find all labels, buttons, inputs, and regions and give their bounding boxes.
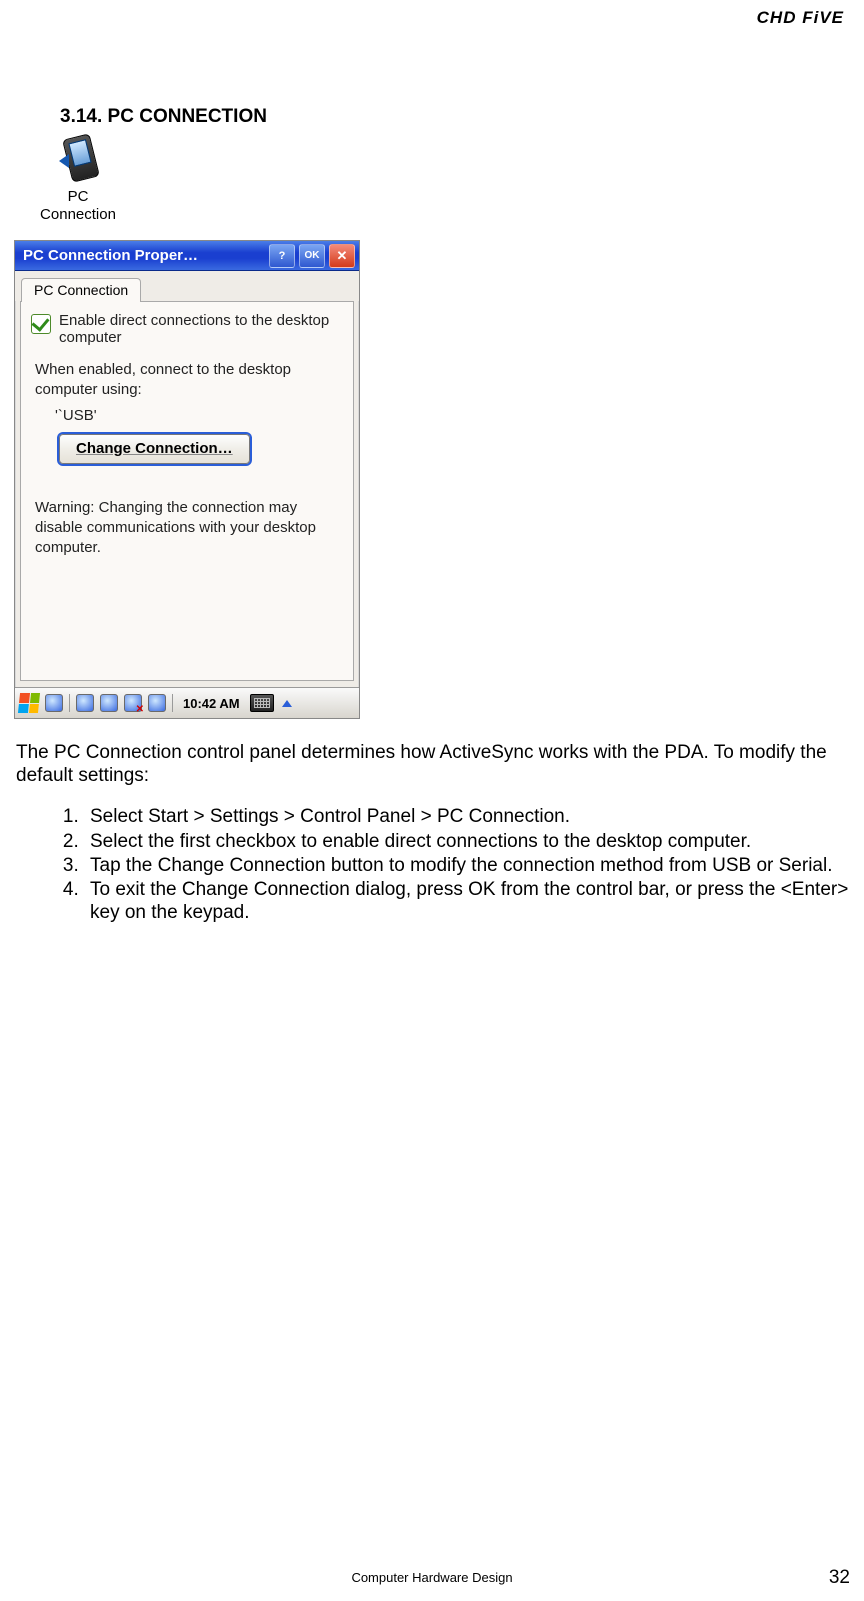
close-button[interactable]: ✕ bbox=[329, 244, 355, 268]
taskbar-clock[interactable]: 10:42 AM bbox=[183, 696, 240, 711]
intro-paragraph: The PC Connection control panel determin… bbox=[16, 741, 848, 787]
pc-connection-window: PC Connection Proper… ? OK ✕ PC Connecti… bbox=[14, 240, 360, 719]
heading-prefix: 3.14. PC C bbox=[60, 106, 153, 127]
help-button[interactable]: ? bbox=[269, 244, 295, 268]
tray-separator bbox=[69, 694, 70, 712]
steps-list: Select Start > Settings > Control Panel … bbox=[14, 805, 850, 924]
step-2: Select the first checkbox to enable dire… bbox=[84, 830, 850, 853]
step-4: To exit the Change Connection dialog, pr… bbox=[84, 878, 850, 924]
tray-separator-2 bbox=[172, 694, 173, 712]
ok-button[interactable]: OK bbox=[299, 244, 325, 268]
document-page: CHD FiVE 3.14. PC CONNECTION PC Connecti… bbox=[0, 0, 864, 1601]
section-heading: 3.14. PC CONNECTION bbox=[60, 106, 850, 128]
tab-strip: PC Connection bbox=[15, 271, 359, 301]
enable-direct-checkbox[interactable] bbox=[31, 314, 51, 334]
sip-keyboard-icon[interactable] bbox=[250, 694, 274, 712]
when-enabled-text: When enabled, connect to the desktop com… bbox=[35, 360, 343, 401]
panel-content: Enable direct connections to the desktop… bbox=[20, 301, 354, 681]
connection-using-value: '`USB' bbox=[55, 407, 343, 424]
page-number: 32 bbox=[829, 1567, 850, 1589]
pda-icon bbox=[61, 132, 95, 184]
enable-direct-label: Enable direct connections to the desktop… bbox=[59, 312, 343, 346]
enable-direct-row: Enable direct connections to the desktop… bbox=[31, 312, 343, 346]
tab-pc-connection[interactable]: PC Connection bbox=[21, 278, 141, 302]
tray-network-icon[interactable] bbox=[100, 694, 118, 712]
start-button[interactable] bbox=[18, 693, 40, 713]
brand-header: CHD FiVE bbox=[14, 8, 844, 28]
tray-volume-muted-icon[interactable] bbox=[124, 694, 142, 712]
change-connection-button[interactable]: Change Connection… bbox=[59, 434, 250, 464]
window-title: PC Connection Proper… bbox=[23, 247, 265, 264]
sip-arrow-icon[interactable] bbox=[282, 700, 292, 707]
pc-connection-desktop-icon[interactable]: PC Connection bbox=[36, 132, 120, 224]
tray-desktop-icon[interactable] bbox=[45, 694, 63, 712]
warning-text: Warning: Changing the connection may dis… bbox=[35, 498, 343, 559]
window-titlebar: PC Connection Proper… ? OK ✕ bbox=[15, 241, 359, 271]
step-3: Tap the Change Connection button to modi… bbox=[84, 854, 850, 877]
desktop-icon-label: PC Connection bbox=[36, 188, 120, 224]
tray-sync-icon[interactable] bbox=[76, 694, 94, 712]
heading-suffix: ONNECTION bbox=[153, 106, 267, 127]
footer-text: Computer Hardware Design bbox=[0, 1570, 864, 1585]
taskbar: 10:42 AM bbox=[15, 687, 359, 718]
tray-battery-icon[interactable] bbox=[148, 694, 166, 712]
step-1: Select Start > Settings > Control Panel … bbox=[84, 805, 850, 828]
